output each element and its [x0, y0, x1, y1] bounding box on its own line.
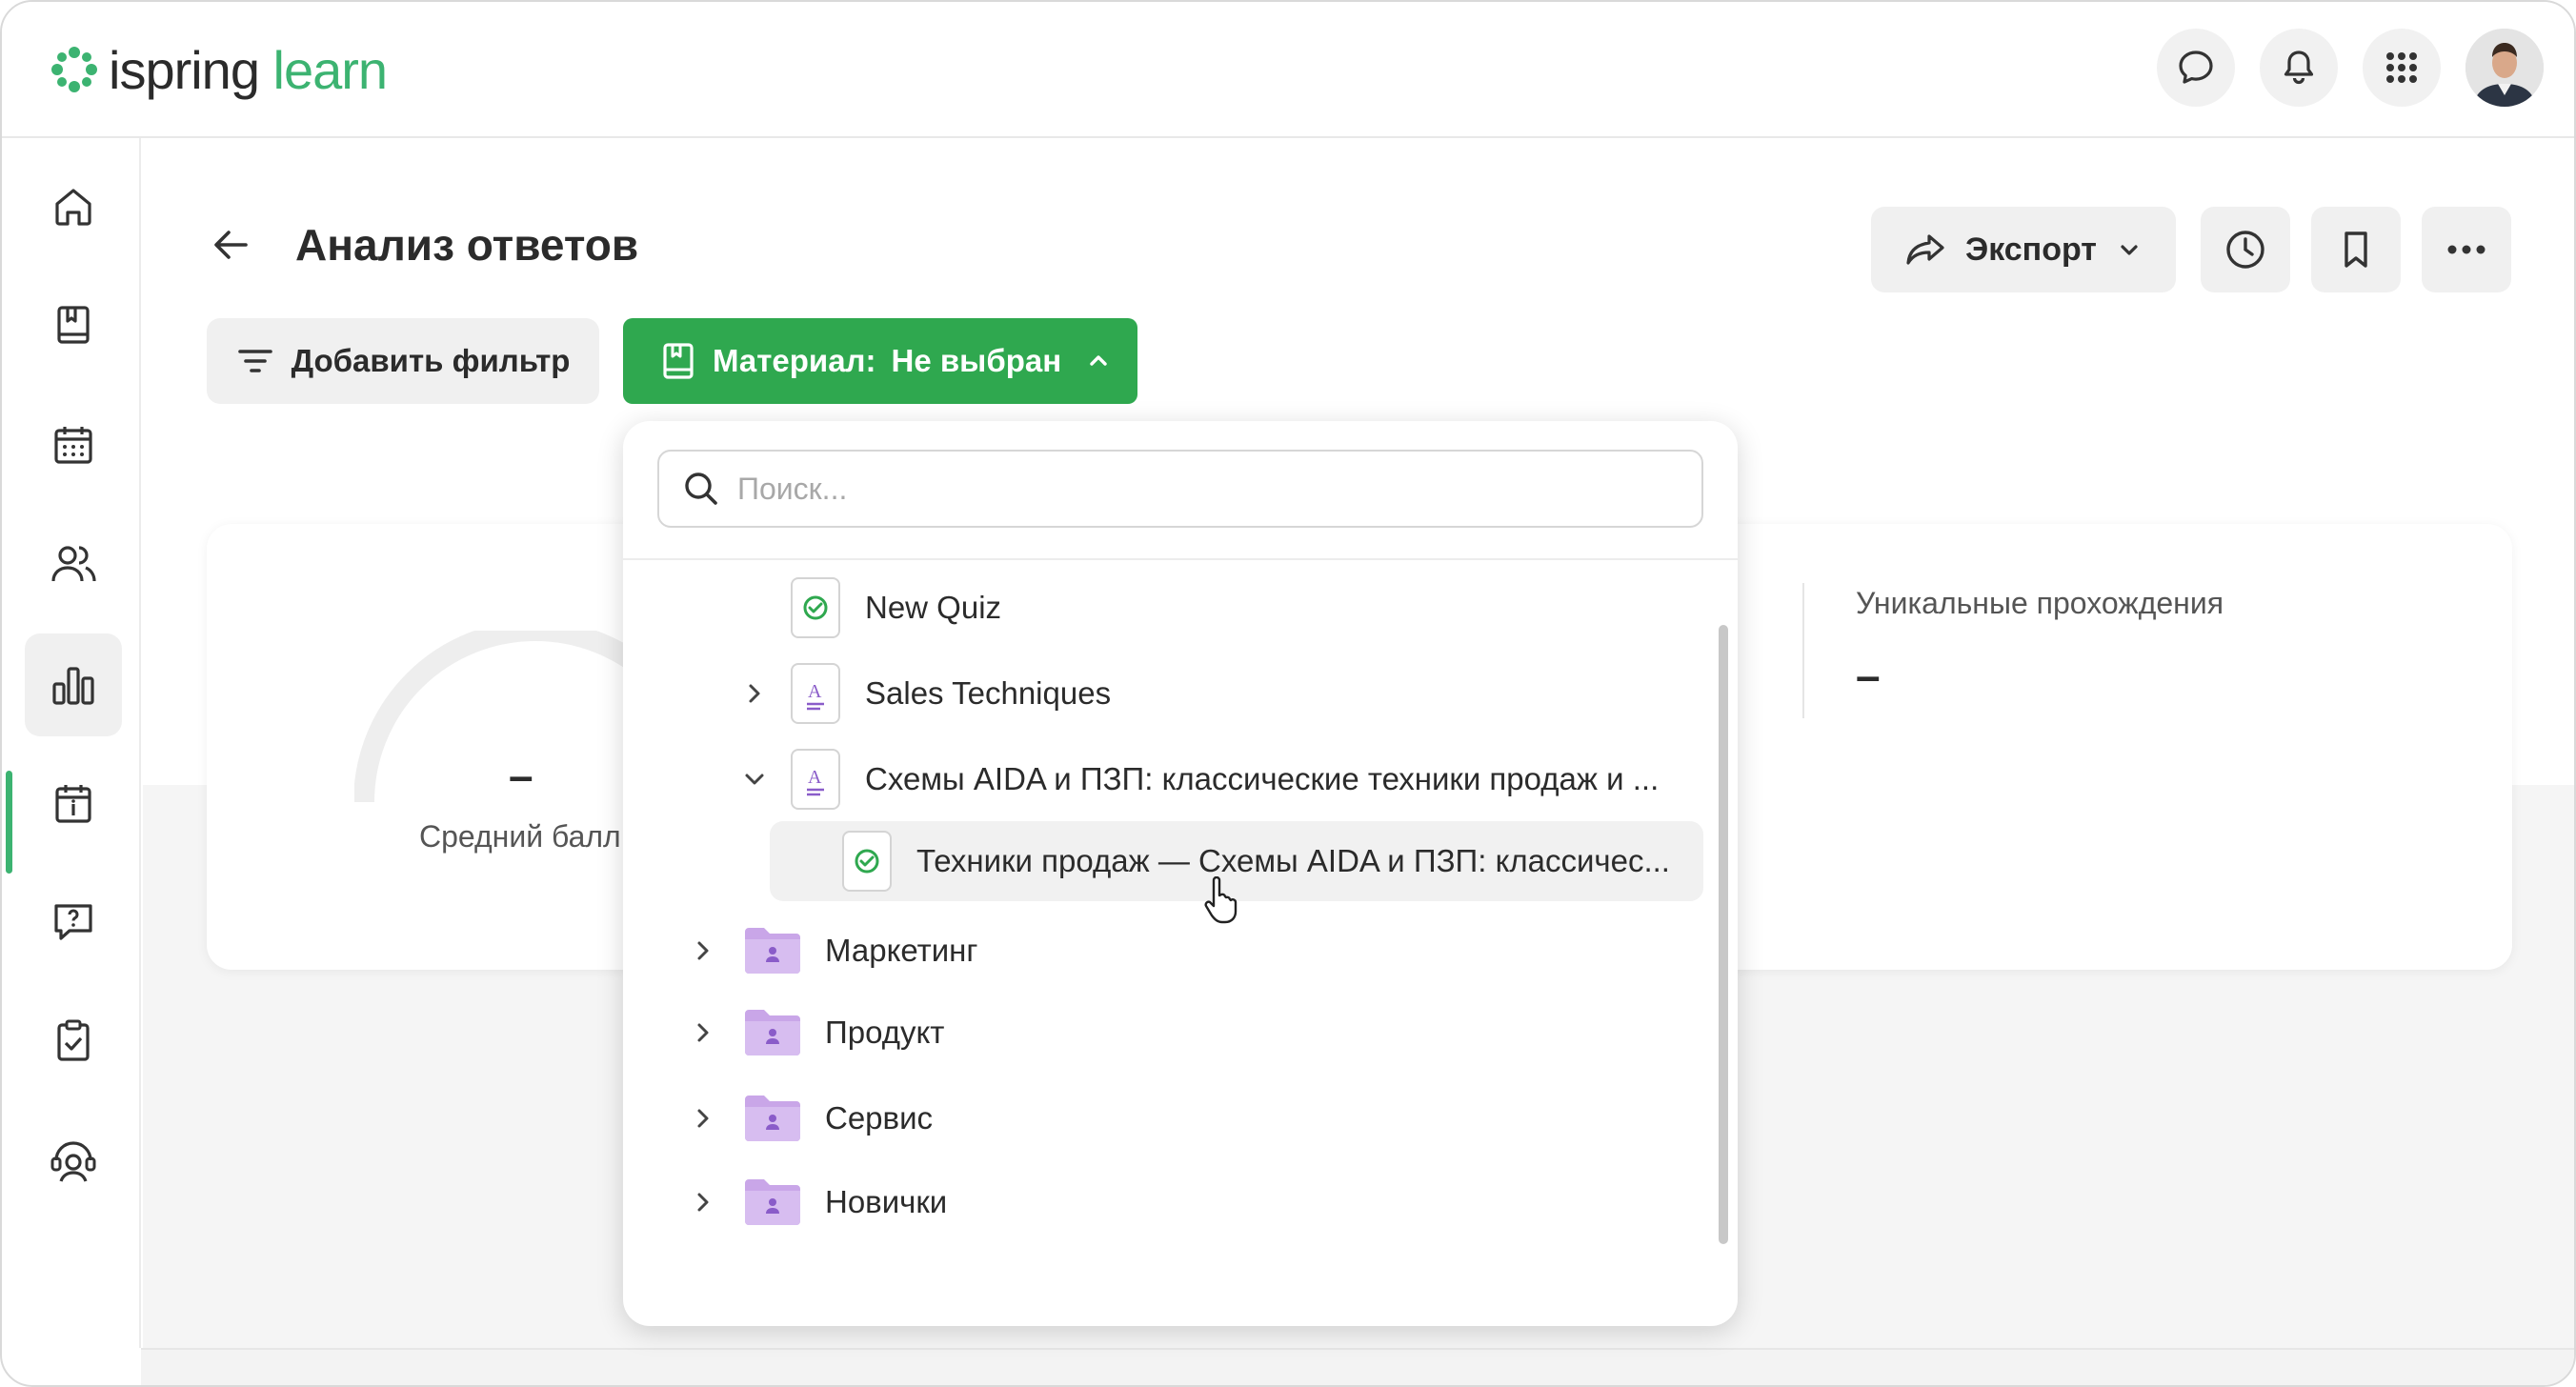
list-item-aida-course[interactable]: A Схемы AIDA и ПЗП: классические техники… [735, 743, 1684, 815]
book-icon [57, 306, 90, 344]
list-item-label: Продукт [825, 1015, 945, 1050]
list-item-label: Техники продаж — Схемы AIDA и ПЗП: класс… [916, 843, 1670, 878]
average-score-value: – [509, 751, 533, 800]
svg-text:A: A [808, 681, 822, 702]
sidebar-item-reports[interactable] [25, 633, 122, 736]
average-score-label: Средний балл [419, 819, 621, 854]
sidebar-item-users[interactable] [25, 513, 122, 615]
history-button[interactable] [2201, 207, 2290, 292]
clock-icon [2226, 231, 2264, 269]
chevron-right-icon[interactable] [684, 1183, 722, 1221]
arrow-left-icon [214, 231, 248, 259]
support-icon [50, 1141, 96, 1182]
info-calendar-icon [55, 785, 91, 823]
chevron-down-icon [2121, 245, 2138, 255]
folder-icon [745, 928, 800, 974]
chevron-right-icon[interactable] [684, 1099, 722, 1137]
add-filter-button[interactable]: Добавить фильтр [207, 318, 599, 404]
material-value: Не выбран [891, 343, 1062, 378]
chart-icon [52, 667, 94, 705]
apps-grid-icon [2386, 52, 2417, 83]
list-item-sales-techniques[interactable]: A Sales Techniques [735, 657, 1111, 730]
bottom-strip [141, 1348, 2574, 1385]
svg-text:A: A [808, 767, 822, 788]
user-avatar[interactable] [2465, 29, 2544, 107]
page-title: Анализ ответов [295, 220, 639, 270]
calendar-icon [54, 427, 92, 464]
list-item-folder-marketing[interactable]: Маркетинг [684, 915, 977, 987]
course-icon: A [791, 663, 840, 724]
chevron-down-icon[interactable] [735, 760, 774, 798]
chat-icon [2179, 50, 2213, 84]
chevron-right-icon[interactable] [735, 674, 774, 713]
chat-button[interactable] [2157, 29, 2235, 107]
sidebar-item-questions[interactable] [25, 870, 122, 973]
users-icon [51, 546, 96, 582]
search-icon [685, 472, 717, 505]
list-item-label: Sales Techniques [865, 675, 1112, 711]
sidebar-item-support[interactable] [25, 1110, 122, 1213]
list-item-folder-service[interactable]: Сервис [684, 1082, 933, 1155]
notifications-button[interactable] [2260, 29, 2338, 107]
active-indicator [6, 771, 12, 874]
list-item-label: Маркетинг [825, 933, 978, 968]
list-item-new-quiz[interactable]: New Quiz [791, 572, 1001, 644]
stat-divider [1802, 583, 1804, 718]
sidebar-item-events[interactable] [25, 753, 122, 855]
top-header: ispring learn [2, 2, 2574, 138]
bell-icon [2284, 50, 2314, 85]
sidebar-nav [2, 138, 141, 1348]
search-input[interactable] [737, 471, 1642, 507]
hand-cursor-icon [1204, 876, 1238, 924]
list-item-label: Новички [825, 1184, 948, 1219]
quiz-icon [791, 577, 840, 638]
sidebar-item-calendar[interactable] [25, 393, 122, 496]
unique-attempts-value: – [1856, 651, 1881, 700]
book-icon [663, 343, 694, 379]
unique-attempts-label: Уникальные прохождения [1856, 586, 2224, 620]
sidebar-item-home[interactable] [25, 155, 122, 258]
home-icon [55, 189, 91, 226]
app-window: ispring learn Анализ ответов Экспорт Доб… [0, 0, 2576, 1387]
share-arrow-icon [1906, 234, 1944, 265]
export-button[interactable]: Экспорт [1871, 207, 2176, 292]
course-icon: A [791, 749, 840, 810]
quiz-icon [842, 831, 892, 892]
user-photo-icon [2465, 29, 2544, 107]
export-label: Экспорт [1965, 231, 2097, 268]
list-item-folder-product[interactable]: Продукт [684, 996, 944, 1069]
folder-icon [745, 1179, 800, 1225]
bookmark-icon [2345, 231, 2367, 268]
list-item-label: Сервис [825, 1100, 934, 1136]
logo-text: ispring learn [109, 39, 388, 100]
logo-flower-icon [51, 47, 97, 92]
clipboard-check-icon [57, 1019, 90, 1061]
filter-lines-icon [237, 350, 272, 372]
bookmark-button[interactable] [2311, 207, 2401, 292]
dropdown-separator [623, 558, 1738, 560]
list-item-label: New Quiz [865, 590, 1002, 625]
back-button[interactable] [202, 216, 259, 273]
material-prefix: Материал: [713, 343, 876, 378]
dropdown-scrollbar[interactable] [1719, 625, 1728, 1244]
search-field[interactable] [657, 450, 1703, 528]
more-dots-icon [2447, 245, 2485, 254]
folder-icon [745, 1010, 800, 1055]
apps-button[interactable] [2363, 29, 2441, 107]
question-icon [54, 904, 92, 940]
ispring-logo[interactable]: ispring learn [50, 36, 388, 103]
sidebar-item-tasks[interactable] [25, 989, 122, 1092]
more-options-button[interactable] [2422, 207, 2511, 292]
material-dropdown: New Quiz A Sales Techniques A Схемы AIDA… [623, 421, 1738, 1326]
chevron-right-icon[interactable] [684, 1014, 722, 1052]
sidebar-item-materials[interactable] [25, 273, 122, 376]
chevron-right-icon[interactable] [684, 932, 722, 970]
chevron-up-icon [1090, 355, 1107, 366]
add-filter-label: Добавить фильтр [291, 343, 571, 378]
list-item-folder-newcomers[interactable]: Новички [684, 1166, 947, 1238]
folder-icon [745, 1096, 800, 1141]
list-item-label: Схемы AIDA и ПЗП: классические техники п… [865, 761, 1660, 796]
material-filter-button[interactable]: Материал: Не выбран [623, 318, 1137, 404]
